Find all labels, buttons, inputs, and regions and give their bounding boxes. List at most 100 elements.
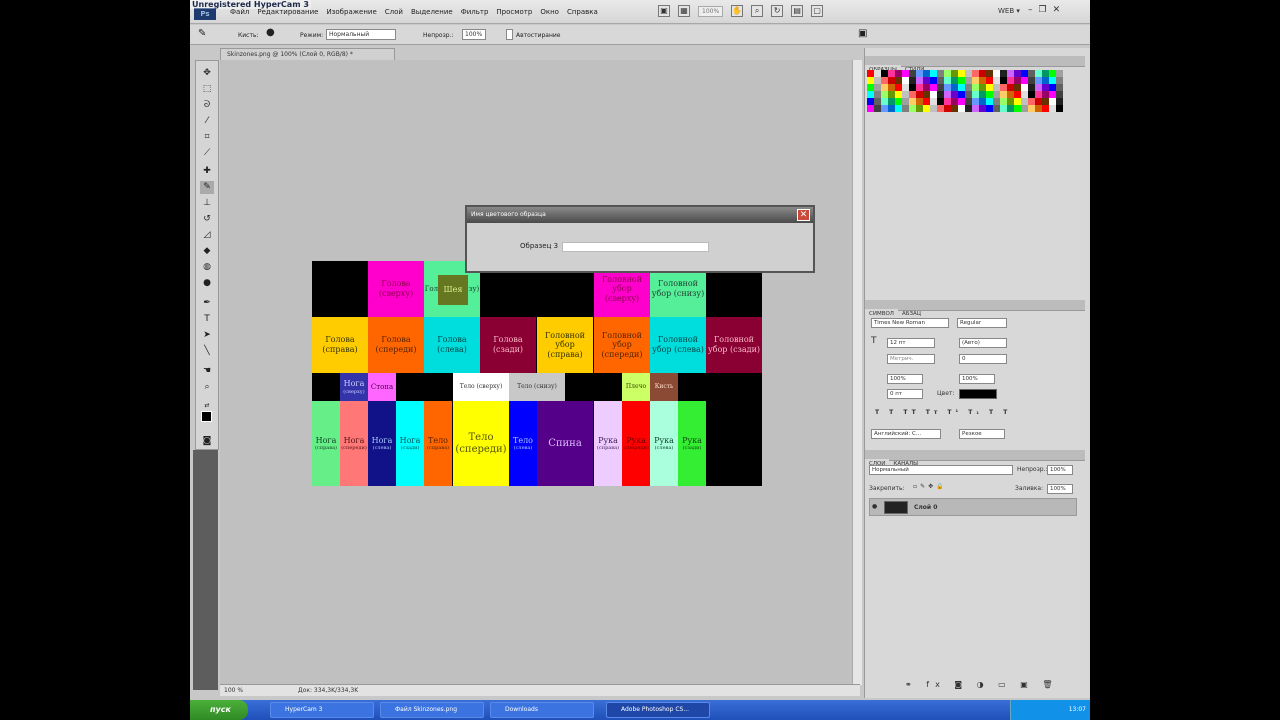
swatch[interactable]	[1028, 91, 1035, 98]
swatch[interactable]	[902, 105, 909, 112]
swatch[interactable]	[1021, 84, 1028, 91]
swatch[interactable]	[1000, 84, 1007, 91]
swatch[interactable]	[958, 91, 965, 98]
horizontal-scale-input[interactable]: 100%	[959, 374, 995, 384]
swatch[interactable]	[923, 77, 930, 84]
skin-zone-leg-front[interactable]: Нога (спереди)	[340, 401, 368, 486]
swatch[interactable]	[923, 105, 930, 112]
skin-zone-hat-back[interactable]: Головной убор (сзади)	[706, 317, 762, 373]
swatch[interactable]	[993, 105, 1000, 112]
line-tool-icon[interactable]: ╲	[200, 345, 214, 358]
swatch[interactable]	[1056, 84, 1063, 91]
swatch[interactable]	[986, 98, 993, 105]
skin-zone-body-front[interactable]: Тело (спереди)	[453, 401, 509, 486]
language-select[interactable]: Английский: С...	[871, 429, 941, 439]
skin-zone-leg-back[interactable]: Нога (сзади)	[396, 401, 424, 486]
swatch[interactable]	[895, 77, 902, 84]
layer-name[interactable]: Слой 0	[914, 504, 937, 511]
skin-zone-head-left[interactable]: Голова (слева)	[424, 317, 480, 373]
swatch[interactable]	[867, 91, 874, 98]
swatch[interactable]	[993, 84, 1000, 91]
lock-icons[interactable]: ▫✎✥🔒	[913, 483, 947, 490]
swatch[interactable]	[979, 84, 986, 91]
swatch[interactable]	[972, 77, 979, 84]
swatch[interactable]	[1014, 105, 1021, 112]
swatch[interactable]	[937, 91, 944, 98]
swatch[interactable]	[1021, 105, 1028, 112]
swatch[interactable]	[972, 84, 979, 91]
swatch[interactable]	[930, 91, 937, 98]
swatch[interactable]	[867, 84, 874, 91]
swatch[interactable]	[937, 105, 944, 112]
swatch[interactable]	[937, 84, 944, 91]
swatch[interactable]	[965, 98, 972, 105]
fill-input[interactable]: 100%	[1047, 484, 1073, 494]
kerning-input[interactable]: Метрич.	[887, 354, 935, 364]
menu-item-0[interactable]: Файл	[226, 8, 253, 16]
swatch[interactable]	[888, 98, 895, 105]
swatch[interactable]	[916, 77, 923, 84]
start-button[interactable]: пуск	[190, 700, 248, 720]
swatch[interactable]	[937, 77, 944, 84]
skin-zone-foot[interactable]: Стопа	[368, 373, 396, 401]
swatch[interactable]	[916, 84, 923, 91]
menu-item-7[interactable]: Окно	[536, 8, 563, 16]
swatch[interactable]	[951, 70, 958, 77]
screen-mode-icon[interactable]: ▢	[811, 5, 824, 17]
swatch[interactable]	[944, 84, 951, 91]
swatch[interactable]	[930, 98, 937, 105]
brush-tool-icon[interactable]: ✎	[200, 181, 214, 194]
swatch[interactable]	[1028, 98, 1035, 105]
menu-item-1[interactable]: Редактирование	[253, 8, 322, 16]
skin-zone-hat-right[interactable]: Головной убор (справа)	[537, 317, 593, 373]
skin-zone-head-right[interactable]: Голова (справа)	[312, 317, 368, 373]
swatch[interactable]	[1042, 98, 1049, 105]
swatch[interactable]	[1049, 84, 1056, 91]
clone-stamp-icon[interactable]: ⊥	[200, 197, 214, 210]
swatch[interactable]	[895, 84, 902, 91]
swatch[interactable]	[965, 105, 972, 112]
skin-zone-body-left[interactable]: Тело (слева)	[509, 401, 537, 486]
swatch[interactable]	[937, 70, 944, 77]
menu-item-4[interactable]: Выделение	[407, 8, 457, 16]
swatch[interactable]	[1049, 70, 1056, 77]
swatch[interactable]	[881, 91, 888, 98]
swatch[interactable]	[902, 98, 909, 105]
swatch[interactable]	[986, 70, 993, 77]
tracking-input[interactable]: 0	[959, 354, 1007, 364]
swatch[interactable]	[923, 91, 930, 98]
view-extras-icon[interactable]: ▦	[678, 5, 690, 17]
quick-mask-icon[interactable]: ◙	[200, 435, 214, 448]
skin-zone-head-front[interactable]: Голова (спереди)	[368, 317, 424, 373]
task-downloads[interactable]: Downloads	[490, 702, 594, 718]
skin-zone-shoulder[interactable]: Плечо	[622, 373, 650, 401]
swatch[interactable]	[979, 91, 986, 98]
auto-erase-checkbox[interactable]	[506, 29, 513, 40]
swatch[interactable]	[874, 91, 881, 98]
swatch[interactable]	[1007, 105, 1014, 112]
swatch[interactable]	[1049, 77, 1056, 84]
swatch[interactable]	[1042, 105, 1049, 112]
menu-item-5[interactable]: Фильтр	[457, 8, 493, 16]
swatch[interactable]	[1035, 70, 1042, 77]
swatch[interactable]	[881, 70, 888, 77]
swatch[interactable]	[1014, 84, 1021, 91]
swatch[interactable]	[1021, 77, 1028, 84]
swatch[interactable]	[937, 98, 944, 105]
swatch[interactable]	[881, 77, 888, 84]
swatch[interactable]	[1042, 91, 1049, 98]
swatch[interactable]	[979, 105, 986, 112]
menu-item-6[interactable]: Просмотр	[492, 8, 536, 16]
swatch[interactable]	[923, 84, 930, 91]
swatch[interactable]	[986, 105, 993, 112]
close-icon[interactable]: ✕	[797, 209, 810, 221]
swatch[interactable]	[972, 91, 979, 98]
task-skinzones[interactable]: Файл Skinzones.png	[380, 702, 484, 718]
skin-zone-hand[interactable]: Кисть	[650, 373, 678, 401]
swatch[interactable]	[1028, 70, 1035, 77]
font-size-input[interactable]: 12 пт	[887, 338, 935, 348]
skin-zone-hat-left[interactable]: Головной убор (слева)	[650, 317, 706, 373]
swatch[interactable]	[1014, 70, 1021, 77]
swatch[interactable]	[1049, 98, 1056, 105]
swatch[interactable]	[902, 77, 909, 84]
